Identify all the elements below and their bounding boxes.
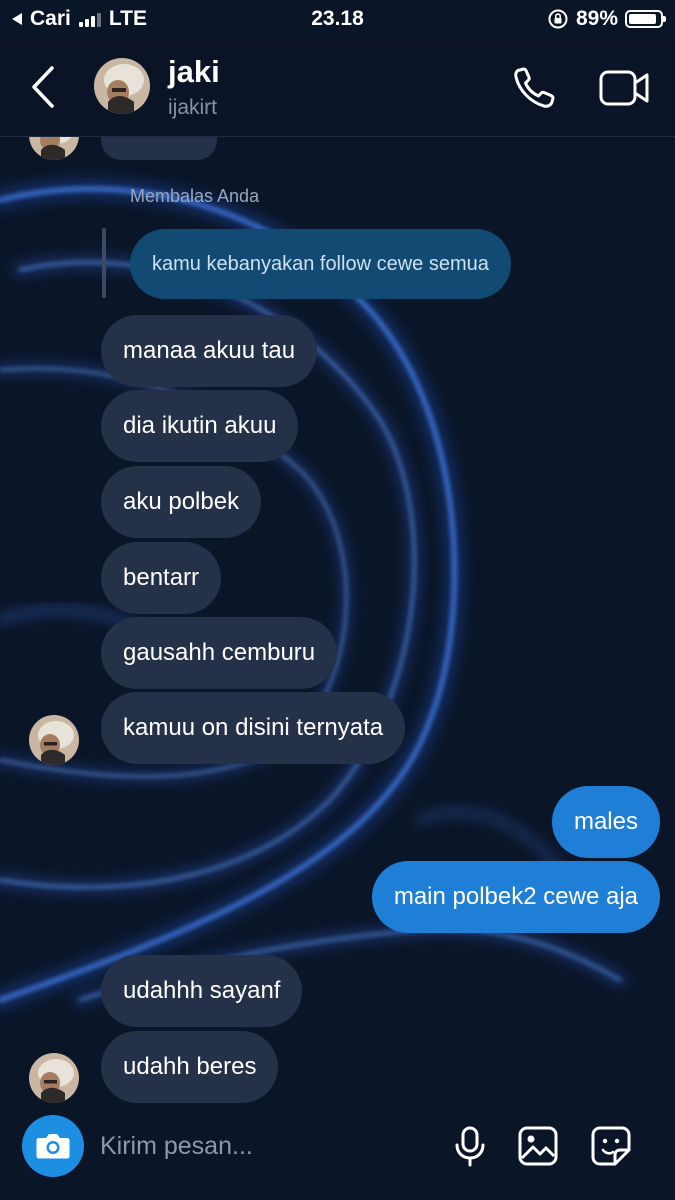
message-bubble-incoming[interactable]: dia ikutin akuu <box>101 390 299 462</box>
status-bar: Cari LTE 23.18 89% <box>0 0 675 40</box>
message-bubble-incoming[interactable]: udahh beres <box>101 1031 279 1103</box>
message-bubble-incoming[interactable]: aku polbek <box>101 466 262 538</box>
message-bubble-incoming[interactable]: gausahh cemburu <box>101 617 338 689</box>
message-bubble-incoming[interactable]: kamuu on disini ternyata <box>101 692 406 764</box>
battery-percent: 89% <box>575 7 618 30</box>
reply-indicator-bar <box>102 228 106 298</box>
camera-button[interactable] <box>22 1115 84 1177</box>
message-bubble-incoming[interactable]: bentarr <box>101 542 222 614</box>
camera-icon <box>36 1134 70 1159</box>
contact-name[interactable]: jaki <box>168 54 220 90</box>
battery-icon <box>625 10 666 28</box>
message-bubble-outgoing[interactable]: males <box>551 786 660 858</box>
message-bubble-incoming[interactable]: udahhh sayanf <box>101 955 303 1027</box>
avatar[interactable] <box>29 715 79 765</box>
orientation-lock-icon <box>548 9 568 29</box>
avatar[interactable] <box>94 58 150 114</box>
message-list[interactable]: Membalas Anda kamu kebanyakan follow cew… <box>0 0 675 1200</box>
microphone-icon[interactable] <box>448 1124 492 1168</box>
image-icon[interactable] <box>516 1124 560 1168</box>
message-bubble-outgoing[interactable]: main polbek2 cewe aja <box>371 861 660 933</box>
message-bubble-incoming[interactable]: manaa akuu tau <box>101 315 318 387</box>
video-camera-icon[interactable] <box>598 66 652 110</box>
sticker-icon[interactable] <box>589 1124 633 1168</box>
reply-label: Membalas Anda <box>130 186 260 206</box>
contact-username[interactable]: ijakirt <box>168 96 217 120</box>
chevron-left-icon[interactable] <box>22 62 66 112</box>
avatar[interactable] <box>29 1053 79 1103</box>
message-input[interactable] <box>100 1126 420 1166</box>
message-composer <box>0 1104 675 1200</box>
phone-icon[interactable] <box>510 64 560 112</box>
chat-header: jaki ijakirt <box>0 40 675 137</box>
replied-message-bubble[interactable]: kamu kebanyakan follow cewe semua <box>130 229 511 299</box>
status-right: 89% <box>547 7 666 31</box>
